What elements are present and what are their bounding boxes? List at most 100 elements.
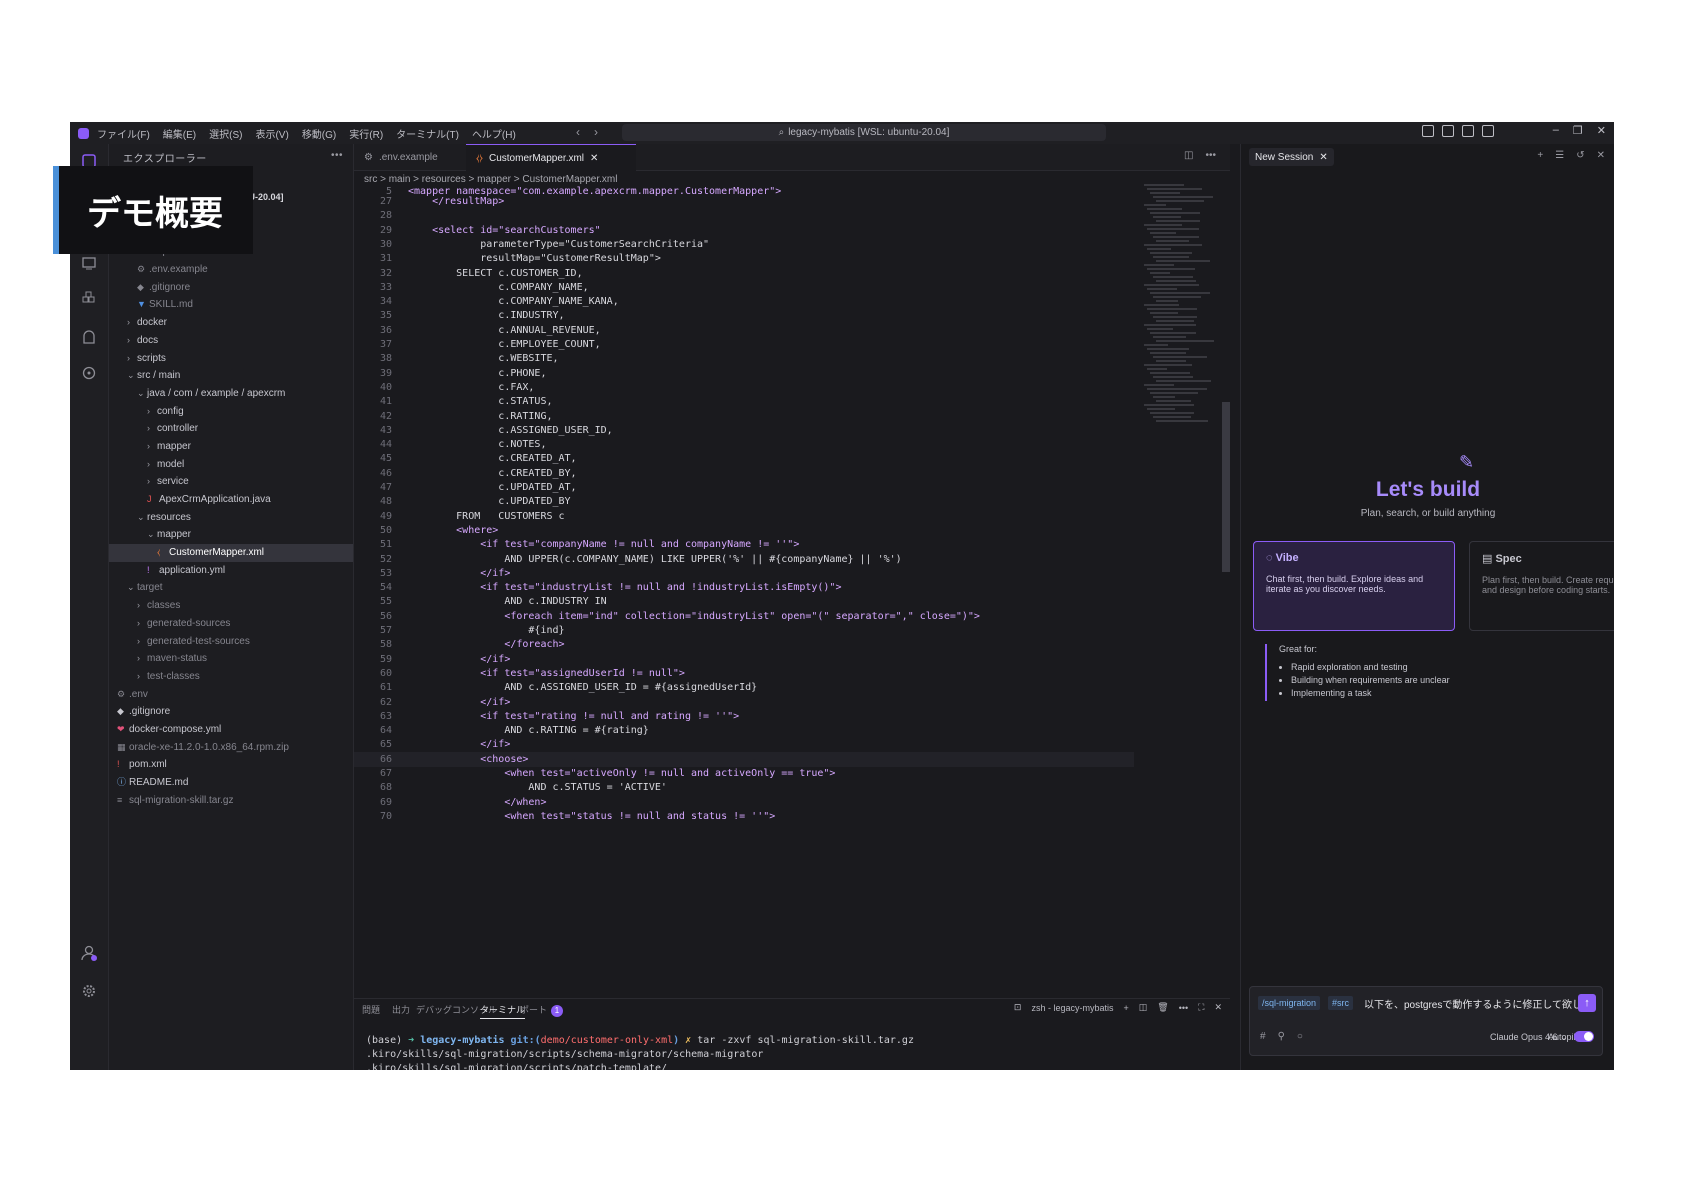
tree-file[interactable]: ! application.yml	[109, 562, 353, 580]
git-file-icon: ◆	[137, 281, 144, 292]
toggle-sidebar-icon[interactable]	[1442, 125, 1454, 137]
panel-more-icon[interactable]: •••	[1179, 1003, 1188, 1013]
panel-tab[interactable]: ターミナル	[480, 1003, 526, 1019]
menu-item[interactable]: 選択(S)	[209, 126, 242, 141]
panel-tab[interactable]: 問題	[362, 1003, 380, 1016]
minimap[interactable]	[1140, 184, 1230, 564]
account-icon[interactable]	[80, 944, 98, 962]
terminal-output[interactable]: (base) ➜ legacy-mybatis git:(demo/custom…	[366, 1034, 1226, 1070]
tree-folder[interactable]: ⌄ java / com / example / apexcrm	[109, 385, 353, 403]
spec-mode-card[interactable]: ▤ Spec Plan first, then build. Create re…	[1469, 541, 1614, 631]
info-file-icon: ⓘ	[117, 777, 127, 787]
panel-tab[interactable]: ポート 1	[520, 1003, 564, 1017]
tab-customer-mapper[interactable]: ⧼⧽ CustomerMapper.xml ✕	[466, 144, 636, 171]
restore-icon[interactable]: ❐	[1573, 124, 1583, 137]
menu-item[interactable]: 移動(G)	[302, 126, 336, 141]
tree-file[interactable]: ⚙ .env.example	[109, 261, 353, 279]
maximize-panel-icon[interactable]: ⛶	[1198, 1002, 1204, 1013]
close-panel-icon[interactable]: ✕	[1214, 1002, 1222, 1013]
tree-file[interactable]: ▦ oracle-xe-11.2.0-1.0.x86_64.rpm.zip	[109, 739, 353, 757]
tree-folder[interactable]: ⌄ target	[109, 579, 353, 597]
circle-status-icon[interactable]: ○	[1297, 1031, 1303, 1042]
new-chat-icon[interactable]: +	[1537, 150, 1543, 161]
tree-folder[interactable]: › maven-status	[109, 650, 353, 668]
kiro-ghost-icon[interactable]	[80, 328, 98, 346]
editor-more-icon[interactable]: •••	[1205, 150, 1216, 161]
tree-folder[interactable]: › docs	[109, 332, 353, 350]
chat-input-box[interactable]: /sql-migration #src 以下を、postgresで動作するように…	[1249, 986, 1603, 1056]
close-tab-icon[interactable]: ✕	[590, 153, 598, 164]
tree-folder[interactable]: › classes	[109, 597, 353, 615]
line-text: AND c.ASSIGNED_USER_ID = #{assignedUserI…	[408, 682, 758, 694]
history-icon[interactable]: ↺	[1576, 150, 1584, 161]
tree-folder[interactable]: ⌄ resources	[109, 509, 353, 527]
editor-scrollbar[interactable]	[1222, 402, 1230, 572]
tree-file[interactable]: ▼ SKILL.md	[109, 296, 353, 314]
autopilot-toggle[interactable]	[1574, 1031, 1594, 1042]
tree-folder[interactable]: ⌄ mapper	[109, 526, 353, 544]
tree-folder[interactable]: › model	[109, 456, 353, 474]
attach-icon[interactable]: ⚲	[1278, 1031, 1285, 1042]
tree-folder[interactable]: › service	[109, 473, 353, 491]
remote-explorer-icon[interactable]	[80, 254, 98, 272]
tree-file[interactable]: ⧼ CustomerMapper.xml	[109, 544, 353, 562]
tree-file[interactable]: ! pom.xml	[109, 756, 353, 774]
split-editor-icon[interactable]: ◫	[1184, 150, 1193, 161]
tab-env-example[interactable]: ⚙ .env.example	[354, 144, 474, 170]
tree-folder[interactable]: › generated-test-sources	[109, 633, 353, 651]
tree-folder[interactable]: › mapper	[109, 438, 353, 456]
kill-terminal-icon[interactable]: 🗑	[1157, 1002, 1168, 1013]
tree-folder[interactable]: › config	[109, 403, 353, 421]
hash-context-icon[interactable]: #	[1260, 1031, 1266, 1042]
new-terminal-icon[interactable]: +	[1123, 1003, 1128, 1013]
line-number: 66	[379, 753, 392, 765]
vibe-mode-card[interactable]: ◌ Vibe Chat first, then build. Explore i…	[1253, 541, 1455, 631]
menu-item[interactable]: ヘルプ(H)	[472, 126, 516, 141]
line-number: 30	[379, 238, 392, 250]
tree-folder[interactable]: › controller	[109, 420, 353, 438]
code-editor[interactable]: 5 <mapper namespace="com.example.apexcrm.…	[354, 184, 1142, 997]
tree-file[interactable]: ⓘ README.md	[109, 774, 353, 792]
back-arrow-icon[interactable]: ‹	[576, 125, 580, 139]
chat-session-tab[interactable]: New Session ✕	[1249, 148, 1334, 166]
menu-item[interactable]: 表示(V)	[255, 126, 288, 141]
tree-folder[interactable]: › docker	[109, 314, 353, 332]
menu-item[interactable]: ターミナル(T)	[396, 126, 459, 141]
context-chip-src[interactable]: #src	[1328, 996, 1354, 1010]
minimize-icon[interactable]: –	[1553, 124, 1559, 137]
split-terminal-icon[interactable]: ◫	[1139, 1002, 1148, 1013]
search-icon: ⌕	[778, 127, 785, 138]
tree-folder[interactable]: › test-classes	[109, 668, 353, 686]
extensions-icon[interactable]	[80, 290, 98, 308]
menu-item[interactable]: 実行(R)	[349, 126, 383, 141]
settings-gear-icon[interactable]	[80, 982, 98, 1000]
terminal-name[interactable]: zsh - legacy-mybatis	[1031, 1003, 1113, 1013]
tree-file[interactable]: J ApexCrmApplication.java	[109, 491, 353, 509]
tree-file[interactable]: ❤ docker-compose.yml	[109, 721, 353, 739]
chat-message-text[interactable]: 以下を、postgresで動作するように修正して欲しい。	[1364, 996, 1602, 1011]
more-actions-icon[interactable]: •••	[331, 150, 343, 161]
menu-item[interactable]: 編集(E)	[163, 126, 196, 141]
send-button[interactable]: ↑	[1578, 994, 1596, 1012]
minimap-line	[1156, 280, 1196, 282]
tree-folder[interactable]: › generated-sources	[109, 615, 353, 633]
chat-history-list-icon[interactable]: ☰	[1555, 150, 1564, 161]
forward-arrow-icon[interactable]: ›	[594, 125, 598, 139]
toggle-panel-icon[interactable]	[1462, 125, 1474, 137]
tree-file[interactable]: ⚙ .env	[109, 686, 353, 704]
close-chat-icon[interactable]: ✕	[1597, 150, 1605, 161]
close-session-icon[interactable]: ✕	[1319, 152, 1327, 163]
source-control-icon[interactable]	[80, 364, 98, 382]
close-icon[interactable]: ✕	[1597, 124, 1606, 137]
menu-item[interactable]: ファイル(F)	[97, 126, 150, 141]
command-center[interactable]: ⌕ legacy-mybatis [WSL: ubuntu-20.04]	[622, 124, 1106, 141]
tree-folder[interactable]: › scripts	[109, 350, 353, 368]
tree-file[interactable]: ≡ sql-migration-skill.tar.gz	[109, 792, 353, 810]
panel-tab[interactable]: 出力	[392, 1003, 410, 1016]
context-chip-sql-migration[interactable]: /sql-migration	[1258, 996, 1321, 1010]
tree-folder[interactable]: ⌄ src / main	[109, 367, 353, 385]
chat-icon[interactable]	[1482, 125, 1494, 137]
tree-file[interactable]: ◆ .gitignore	[109, 279, 353, 297]
layout-grid-icon[interactable]	[1422, 125, 1434, 137]
tree-file[interactable]: ◆ .gitignore	[109, 703, 353, 721]
